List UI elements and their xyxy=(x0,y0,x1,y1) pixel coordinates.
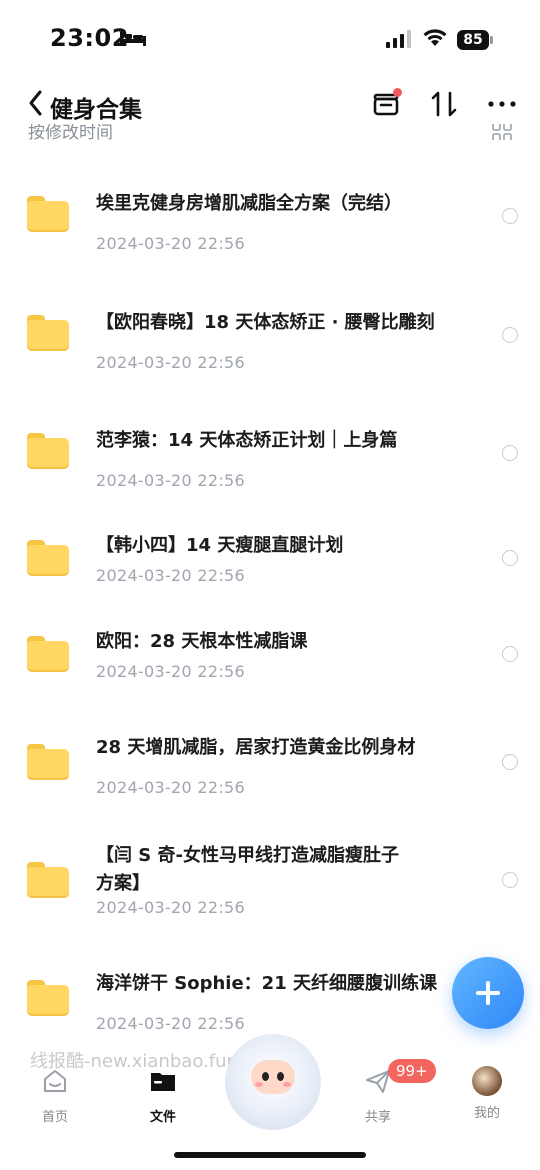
tab-share-label: 共享 xyxy=(364,1110,391,1125)
plus-icon-vertical xyxy=(486,981,490,1005)
file-date: 2024-03-20 22:56 xyxy=(96,1014,245,1033)
select-radio[interactable] xyxy=(502,327,518,343)
grid-view-icon[interactable] xyxy=(492,124,512,140)
mascot-assistant-button[interactable] xyxy=(225,1034,321,1130)
page-title: 健身合集 xyxy=(50,97,142,123)
status-time: 23:02 xyxy=(50,24,129,52)
status-bar: 23:02 85 xyxy=(0,0,540,80)
tab-mine[interactable]: 我的 xyxy=(447,1066,527,1121)
tab-mine-label: 我的 xyxy=(473,1106,500,1121)
select-radio[interactable] xyxy=(502,754,518,770)
tab-home-label: 首页 xyxy=(41,1110,68,1125)
transfer-box-button[interactable] xyxy=(368,86,404,122)
file-name: 欧阳：28 天根本性减脂课 xyxy=(96,631,308,652)
list-item[interactable]: 【欧阳春晓】18 天体态矫正 · 腰臀比雕刻 2024-03-20 22:56 xyxy=(0,303,540,393)
select-radio[interactable] xyxy=(502,208,518,224)
list-item[interactable]: 28 天增肌减脂，居家打造黄金比例身材 2024-03-20 22:56 xyxy=(0,732,540,822)
file-date: 2024-03-20 22:56 xyxy=(96,662,245,681)
list-item[interactable]: 范李猿：14 天体态矫正计划｜上身篇 2024-03-20 22:56 xyxy=(0,421,540,511)
select-radio[interactable] xyxy=(502,646,518,662)
home-icon xyxy=(44,1070,66,1092)
avatar xyxy=(472,1066,502,1096)
file-date: 2024-03-20 22:56 xyxy=(96,234,245,253)
file-date: 2024-03-20 22:56 xyxy=(96,566,245,585)
file-date: 2024-03-20 22:56 xyxy=(96,471,245,490)
sleep-focus-icon xyxy=(120,32,146,46)
folder-icon xyxy=(27,636,69,672)
battery-tip xyxy=(490,36,493,44)
select-radio[interactable] xyxy=(502,550,518,566)
file-name: 范李猿：14 天体态矫正计划｜上身篇 xyxy=(96,430,398,451)
folder-icon xyxy=(27,315,69,351)
more-options-button[interactable] xyxy=(484,86,520,122)
folder-icon xyxy=(27,196,69,232)
file-name: 海洋饼干 Sophie：21 天纤细腰腹训练课 xyxy=(96,973,437,994)
tab-home[interactable]: 首页 xyxy=(15,1066,95,1125)
list-item[interactable]: 【闫 S 奇-女性马甲线打造减脂瘦肚子方案】 2024-03-20 22:56 xyxy=(0,840,540,950)
file-name: 【欧阳春晓】18 天体态矫正 · 腰臀比雕刻 xyxy=(96,312,435,333)
notification-dot xyxy=(393,88,402,97)
home-indicator xyxy=(174,1152,366,1158)
folder-icon xyxy=(27,540,69,576)
tab-files[interactable]: 文件 xyxy=(123,1066,203,1125)
sort-label: 按修改时间 xyxy=(28,124,113,140)
list-item[interactable]: 欧阳：28 天根本性减脂课 2024-03-20 22:56 xyxy=(0,626,540,706)
wifi-icon xyxy=(423,29,447,46)
sort-arrows-icon xyxy=(431,91,457,117)
file-date: 2024-03-20 22:56 xyxy=(96,778,245,797)
select-radio[interactable] xyxy=(502,872,518,888)
select-radio[interactable] xyxy=(502,445,518,461)
list-item[interactable]: 【韩小四】14 天瘦腿直腿计划 2024-03-20 22:56 xyxy=(0,530,540,610)
share-count-badge: 99+ xyxy=(388,1059,436,1083)
file-name: 【韩小四】14 天瘦腿直腿计划 xyxy=(96,535,344,556)
file-name: 埃里克健身房增肌减脂全方案（完结） xyxy=(96,193,402,214)
sort-button[interactable] xyxy=(426,86,462,122)
mascot-face xyxy=(251,1060,295,1094)
add-button[interactable] xyxy=(452,957,524,1029)
file-name: 【闫 S 奇-女性马甲线打造减脂瘦肚子方案】 xyxy=(96,845,399,894)
folder-icon xyxy=(27,744,69,780)
file-date: 2024-03-20 22:56 xyxy=(96,353,245,372)
folder-icon xyxy=(27,980,69,1016)
more-dots-icon xyxy=(488,101,516,107)
cell-signal-icon xyxy=(386,30,411,48)
battery-indicator: 85 xyxy=(457,30,489,50)
file-name: 28 天增肌减脂，居家打造黄金比例身材 xyxy=(96,737,416,758)
tab-files-label: 文件 xyxy=(149,1110,176,1125)
sort-bar[interactable]: 按修改时间 xyxy=(0,124,540,140)
folder-icon xyxy=(27,433,69,469)
back-chevron-icon[interactable] xyxy=(24,88,48,118)
file-date: 2024-03-20 22:56 xyxy=(96,898,245,917)
list-item[interactable]: 埃里克健身房增肌减脂全方案（完结） 2024-03-20 22:56 xyxy=(0,184,540,274)
folder-filled-icon xyxy=(151,1073,175,1091)
folder-icon xyxy=(27,862,69,898)
